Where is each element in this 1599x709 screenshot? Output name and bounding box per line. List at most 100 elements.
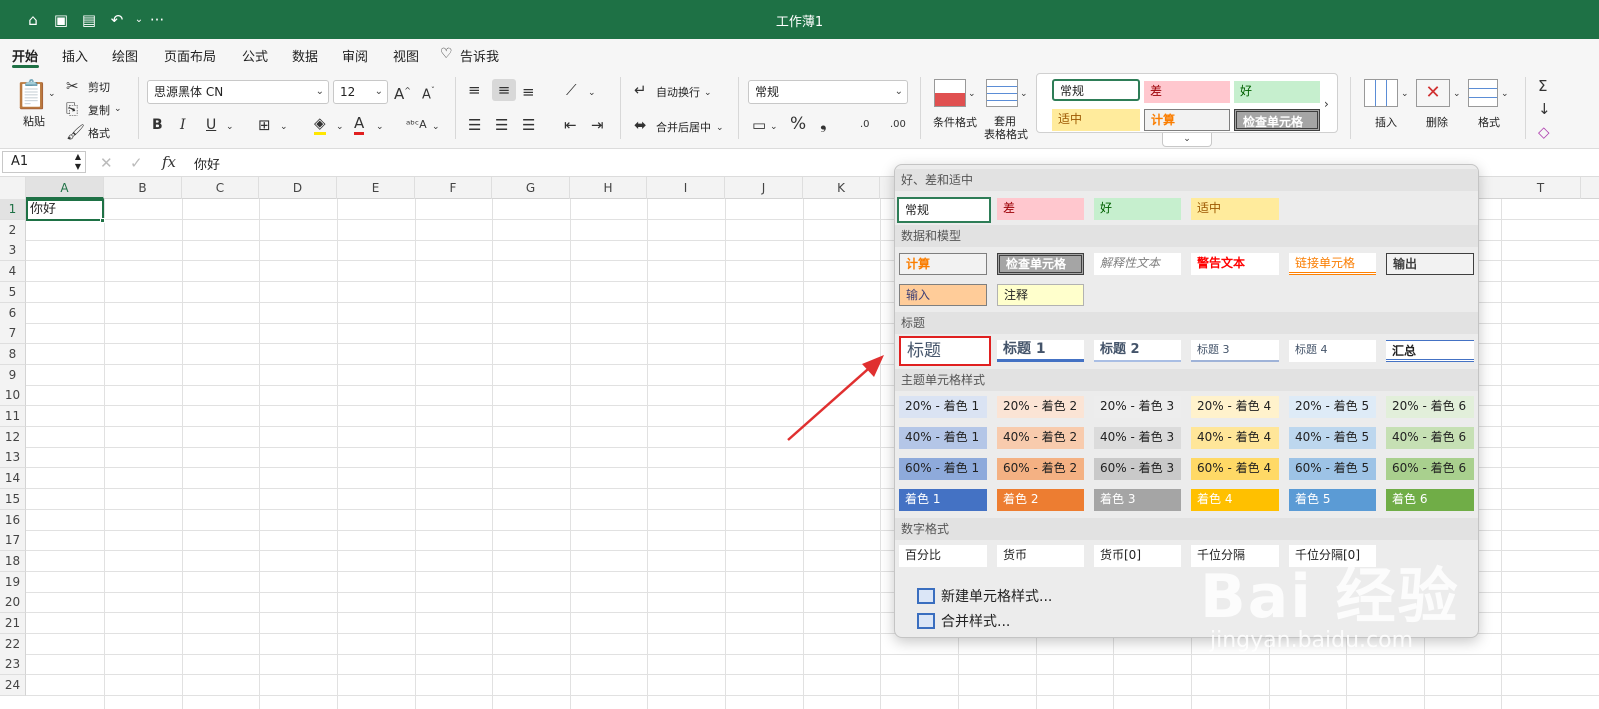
style-percent[interactable]: 百分比 (899, 545, 987, 567)
format-as-table-label-2[interactable]: 表格格式 (984, 126, 1028, 142)
tab-page-layout[interactable]: 页面布局 (164, 46, 216, 65)
style-note[interactable]: 注释 (997, 284, 1084, 306)
gallery-expand-icon[interactable]: ⌄ (1162, 133, 1212, 147)
style-linked-cell[interactable]: 链接单元格 (1289, 253, 1376, 275)
row-header[interactable]: 18 (0, 550, 26, 572)
style-warning[interactable]: 警告文本 (1191, 253, 1279, 275)
style-accent-1[interactable]: 着色 1 (899, 489, 987, 511)
row-header[interactable]: 1 (0, 199, 26, 220)
font-size-select[interactable]: 12 ⌄ (333, 80, 388, 104)
grow-font-icon[interactable]: A^ (394, 82, 411, 103)
tab-tell-me[interactable]: 告诉我 (460, 46, 499, 65)
clear-icon[interactable]: ◇ (1538, 123, 1550, 141)
align-bottom-icon[interactable]: ≡ (522, 83, 535, 101)
paste-dropdown-icon[interactable]: ⌄ (48, 85, 56, 103)
column-header[interactable]: J (725, 177, 803, 199)
style-theme60-2[interactable]: 60% - 着色 2 (997, 458, 1084, 480)
tab-draw[interactable]: 绘图 (112, 46, 138, 65)
percent-button[interactable]: % (790, 115, 806, 133)
column-header[interactable]: G (492, 177, 570, 199)
format-painter-button[interactable]: 格式 (88, 125, 110, 141)
format-as-table-icon[interactable] (986, 79, 1018, 107)
column-header[interactable]: K (803, 177, 880, 199)
row-header[interactable]: 3 (0, 240, 26, 262)
style-explanatory[interactable]: 解释性文本 (1094, 253, 1181, 275)
column-header[interactable]: B (104, 177, 182, 199)
copy-icon[interactable]: ⎘ (66, 100, 78, 118)
tab-data[interactable]: 数据 (292, 46, 318, 65)
row-header[interactable]: 15 (0, 488, 26, 510)
wrap-text-button[interactable]: 自动换行 (656, 84, 700, 100)
row-header[interactable]: 24 (0, 675, 26, 697)
row-header[interactable]: 12 (0, 426, 26, 448)
row-header[interactable]: 19 (0, 571, 26, 593)
autosum-icon[interactable]: Σ (1538, 77, 1547, 95)
merge-center-button[interactable]: 合并后居中 (656, 119, 711, 135)
row-header[interactable]: 11 (0, 406, 26, 427)
style-theme20-1[interactable]: 20% - 着色 1 (899, 396, 987, 418)
scissors-icon[interactable]: ✂ (66, 77, 79, 95)
fx-icon[interactable]: fx (162, 153, 176, 171)
row-header[interactable]: 20 (0, 592, 26, 614)
style-theme60-5[interactable]: 60% - 着色 5 (1289, 458, 1376, 480)
bold-button[interactable]: B (152, 116, 163, 134)
format-cells-button[interactable]: 格式 (1478, 114, 1500, 130)
style-input[interactable]: 输入 (899, 284, 987, 306)
row-header[interactable]: 21 (0, 613, 26, 634)
italic-button[interactable]: I (180, 116, 186, 134)
cell-a1[interactable]: 你好 (26, 199, 104, 221)
conditional-format-icon[interactable] (934, 79, 966, 107)
style-currency[interactable]: 货币 (997, 545, 1084, 567)
delete-cells-button[interactable]: 删除 (1426, 114, 1448, 130)
accounting-icon[interactable]: ▭ (752, 116, 766, 134)
comma-button[interactable]: ❟ (820, 115, 827, 133)
column-header[interactable]: H (570, 177, 647, 199)
style-heading-3[interactable]: 标题 3 (1191, 340, 1279, 362)
style-accent-2[interactable]: 着色 2 (997, 489, 1084, 511)
row-header[interactable]: 14 (0, 468, 26, 490)
fill-dropdown-icon[interactable]: ⌄ (336, 118, 344, 136)
decrease-indent-icon[interactable]: ⇤ (564, 116, 577, 134)
copy-button[interactable]: 复制 (88, 102, 110, 118)
orientation-icon[interactable]: ⟋ (566, 81, 577, 99)
format-dropdown-icon[interactable]: ⌄ (1501, 85, 1509, 103)
style-check[interactable]: 检查单元格 (1234, 109, 1320, 131)
row-header[interactable]: 13 (0, 447, 26, 469)
cancel-icon[interactable]: ✕ (100, 154, 113, 172)
style-total[interactable]: 汇总 (1386, 340, 1474, 362)
style-accent-4[interactable]: 着色 4 (1191, 489, 1279, 511)
conditional-dropdown-icon[interactable]: ⌄ (968, 85, 976, 103)
style-good[interactable]: 好 (1234, 81, 1320, 103)
shrink-font-icon[interactable]: Aˇ (422, 82, 435, 104)
style-theme20-2[interactable]: 20% - 着色 2 (997, 396, 1084, 418)
conditional-format-button[interactable]: 条件格式 (933, 114, 977, 130)
style-bad[interactable]: 差 (997, 198, 1084, 220)
style-theme40-3[interactable]: 40% - 着色 3 (1094, 427, 1181, 449)
style-theme60-6[interactable]: 60% - 着色 6 (1386, 458, 1474, 480)
align-top-icon[interactable]: ≡ (468, 81, 481, 99)
style-calc[interactable]: 计算 (899, 253, 987, 275)
formula-input[interactable]: 你好 (194, 154, 220, 173)
style-theme60-1[interactable]: 60% - 着色 1 (899, 458, 987, 480)
column-header[interactable]: D (259, 177, 337, 199)
fill-icon[interactable]: ↓ (1538, 100, 1551, 118)
style-theme40-2[interactable]: 40% - 着色 2 (997, 427, 1084, 449)
wrap-dropdown-icon[interactable]: ⌄ (704, 84, 712, 102)
new-cell-style-item[interactable]: 新建单元格样式... (917, 587, 1052, 607)
style-bad[interactable]: 差 (1144, 81, 1230, 103)
style-accent-5[interactable]: 着色 5 (1289, 489, 1376, 511)
style-theme40-1[interactable]: 40% - 着色 1 (899, 427, 987, 449)
row-header[interactable]: 4 (0, 261, 26, 283)
style-normal[interactable]: 常规 (897, 197, 991, 223)
style-heading-1[interactable]: 标题 1 (997, 340, 1084, 362)
paste-icon[interactable]: 📋 (14, 79, 49, 111)
style-good[interactable]: 好 (1094, 198, 1181, 220)
increase-decimal-icon[interactable]: .0 (860, 116, 870, 134)
insert-dropdown-icon[interactable]: ⌄ (1401, 85, 1409, 103)
number-format-select[interactable]: 常规 ⌄ (748, 80, 908, 104)
borders-icon[interactable]: ⊞ (258, 116, 271, 134)
tab-view[interactable]: 视图 (393, 46, 419, 65)
style-check-cell[interactable]: 检查单元格 (997, 253, 1084, 275)
style-currency-0[interactable]: 货币[0] (1094, 545, 1181, 567)
underline-button[interactable]: U (206, 116, 216, 134)
